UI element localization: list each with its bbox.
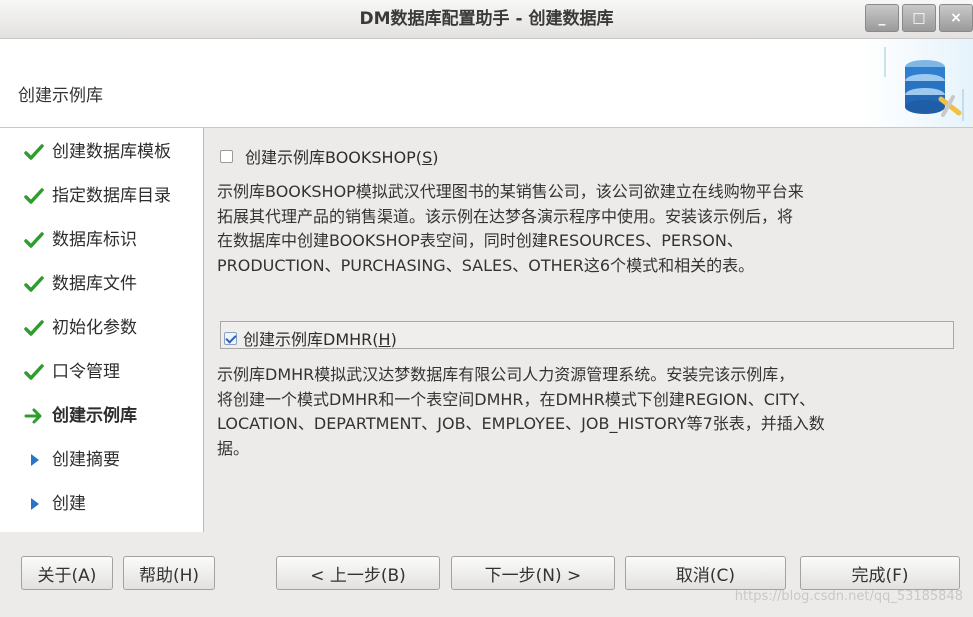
content-panel: 创建示例库BOOKSHOP(S) 示例库BOOKSHOP模拟武汉代理图书的某销售… xyxy=(204,128,973,532)
check-icon xyxy=(24,143,52,161)
check-icon xyxy=(24,275,52,293)
wizard-step: 创建示例库 xyxy=(24,404,137,428)
about-button[interactable]: 关于(A) xyxy=(21,556,113,590)
wizard-step: 初始化参数 xyxy=(24,316,137,340)
title-bar: DM数据库配置助手 - 创建数据库 _ □ × xyxy=(0,0,973,39)
wizard-step-label: 数据库文件 xyxy=(52,274,137,294)
next-button[interactable]: 下一步(N) > xyxy=(451,556,615,590)
wizard-step-label: 口令管理 xyxy=(52,362,120,382)
page-title: 创建示例库 xyxy=(18,86,103,106)
wizard-step-label: 数据库标识 xyxy=(52,230,137,250)
cancel-button[interactable]: 取消(C) xyxy=(625,556,786,590)
window-controls: _ □ × xyxy=(862,4,973,32)
wizard-step-label: 创建 xyxy=(52,494,86,514)
wizard-step: 创建数据库模板 xyxy=(24,140,171,164)
check-icon xyxy=(24,231,52,249)
wizard-step-label: 初始化参数 xyxy=(52,318,137,338)
wizard-step: 数据库标识 xyxy=(24,228,137,252)
maximize-button[interactable]: □ xyxy=(902,4,936,32)
window-title: DM数据库配置助手 - 创建数据库 xyxy=(359,9,614,29)
finish-button[interactable]: 完成(F) xyxy=(800,556,960,590)
dmhr-option[interactable]: 创建示例库DMHR(H) xyxy=(224,326,397,350)
bookshop-option[interactable]: 创建示例库BOOKSHOP(S) xyxy=(220,144,438,168)
back-button[interactable]: < 上一步(B) xyxy=(276,556,440,590)
help-button[interactable]: 帮助(H) xyxy=(123,556,215,590)
page-header: 创建示例库 xyxy=(0,39,973,128)
bookshop-checkbox[interactable] xyxy=(220,149,233,163)
database-tools-icon xyxy=(863,39,973,127)
wizard-steps: 创建数据库模板 指定数据库目录 数据库标识数据库文件初始化参数口令管理创建示例库创建… xyxy=(0,128,204,532)
bookshop-label: 创建示例库BOOKSHOP(S) xyxy=(245,148,439,167)
bookshop-description: 示例库BOOKSHOP模拟武汉代理图书的某销售公司，该公司欲建立在线购物平台来 … xyxy=(217,182,804,275)
wizard-step-label: 创建摘要 xyxy=(52,450,120,470)
check-icon xyxy=(24,363,52,381)
minimize-button[interactable]: _ xyxy=(865,4,899,32)
dmhr-label: 创建示例库DMHR(H) xyxy=(243,330,397,349)
wizard-step-label: 创建示例库 xyxy=(52,406,137,426)
arrow-right-icon xyxy=(24,407,52,425)
wizard-step: 口令管理 xyxy=(24,360,120,384)
wizard-step: 数据库文件 xyxy=(24,272,137,296)
triangle-right-icon xyxy=(24,495,52,513)
check-icon xyxy=(24,319,52,337)
wizard-step: 创建摘要 xyxy=(24,448,120,472)
wizard-step-label: 创建数据库模板 xyxy=(52,142,171,162)
check-icon xyxy=(24,187,52,205)
watermark: https://blog.csdn.net/qq_53185848 xyxy=(734,589,963,604)
dmhr-description: 示例库DMHR模拟武汉达梦数据库有限公司人力资源管理系统。安装完该示例库， 将创… xyxy=(217,365,825,458)
wizard-step: 创建 xyxy=(24,492,86,516)
dmhr-checkbox[interactable] xyxy=(224,331,237,345)
close-button[interactable]: × xyxy=(939,4,973,32)
wizard-step-label: 指定数据库目录 xyxy=(52,186,171,206)
wizard-step: 指定数据库目录 xyxy=(24,184,171,208)
triangle-right-icon xyxy=(24,451,52,469)
